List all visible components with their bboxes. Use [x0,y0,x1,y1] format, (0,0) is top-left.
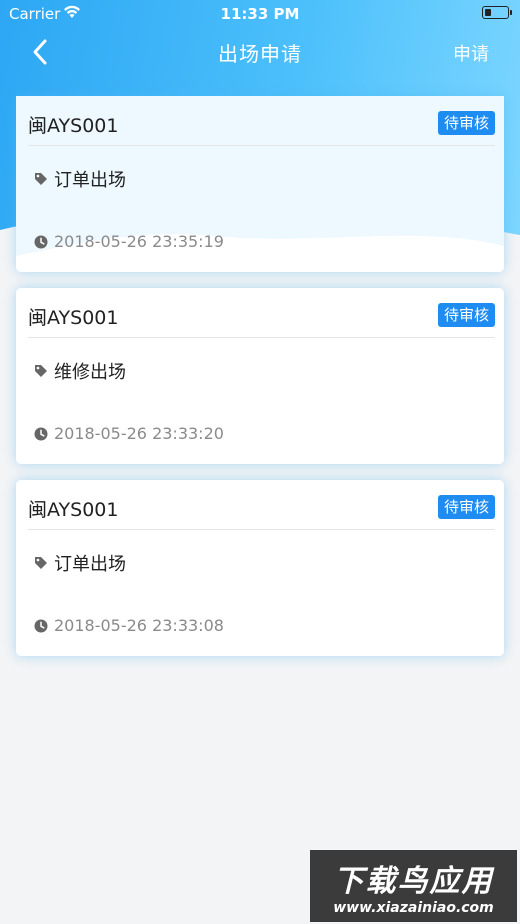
record-card[interactable]: 闽AYS001 待审核 维修出场 2018-05-26 23:33:20 [16,288,504,464]
tag-icon [35,365,47,377]
status-badge: 待审核 [437,111,495,135]
exit-type-label: 维修出场 [54,362,126,383]
exit-type: 订单出场 [34,550,126,576]
divider [28,145,495,146]
record-time-label: 2018-05-26 23:33:20 [54,424,224,443]
status-badge: 待审核 [437,303,495,327]
plate-number: 闽AYS001 [28,307,119,329]
status-bar: Carrier 11:33 PM [0,0,520,28]
divider [28,529,495,530]
clock: 11:33 PM [220,5,300,23]
clock-icon [34,427,48,440]
divider [28,337,495,338]
record-time: 2018-05-26 23:33:20 [34,424,224,443]
record-time: 2018-05-26 23:33:08 [34,616,224,635]
clock-icon [34,235,48,248]
record-time: 2018-05-26 23:35:19 [34,232,224,251]
exit-type: 订单出场 [34,166,126,192]
watermark-url: www.xiazainiao.com [333,900,494,916]
exit-type-label: 订单出场 [54,554,126,575]
record-time-label: 2018-05-26 23:35:19 [54,232,224,251]
watermark: 下载鸟应用 www.xiazainiao.com [310,850,517,922]
watermark-title: 下载鸟应用 [333,864,494,899]
page-title: 出场申请 [218,42,302,66]
record-time-label: 2018-05-26 23:33:08 [54,616,224,635]
exit-type-label: 订单出场 [54,170,126,191]
plate-number: 闽AYS001 [28,499,119,521]
record-card[interactable]: 闽AYS001 待审核 订单出场 2018-05-26 23:35:19 [16,96,504,272]
status-badge: 待审核 [437,495,495,519]
apply-button[interactable]: 申请 [453,40,489,66]
plate-number: 闽AYS001 [28,115,119,137]
navigation-bar: 出场申请 申请 [0,28,520,76]
tag-icon [35,173,47,185]
tag-icon [35,557,47,569]
exit-type: 维修出场 [34,358,126,384]
record-card[interactable]: 闽AYS001 待审核 订单出场 2018-05-26 23:33:08 [16,480,504,656]
clock-icon [34,619,48,632]
battery-icon [482,6,512,19]
